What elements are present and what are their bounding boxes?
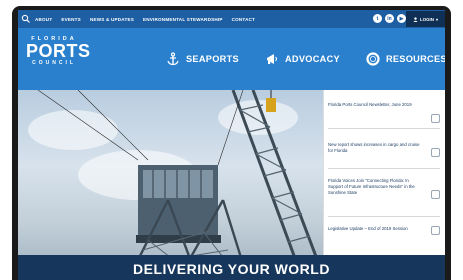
nav-resources-label: RESOURCES [385, 54, 445, 64]
crane-illustration [37, 90, 323, 280]
news-item[interactable]: Legislative Update – End of 2019 Session [328, 226, 440, 240]
news-item[interactable]: Florida Voices Join "Connecting Florida:… [328, 178, 440, 217]
banner-headline: DELIVERING YOUR WORLD [133, 261, 330, 277]
nav-advocacy-label: ADVOCACY [284, 54, 340, 64]
social-links: t in ▶ [373, 14, 409, 23]
hero-image [18, 90, 323, 280]
document-icon [431, 190, 440, 199]
news-item-title: Florida Ports Council Newsletter, June 2… [328, 102, 412, 107]
login-label: LOGIN [420, 16, 434, 22]
linkedin-icon[interactable]: in [385, 14, 394, 23]
document-icon [431, 226, 440, 235]
utility-bar: ABOUT EVENTS NEWS & UPDATES ENVIRONMENTA… [18, 10, 445, 28]
nav-seaports-label: SEAPORTS [186, 54, 239, 64]
nav-link-news-updates[interactable]: NEWS & UPDATES [90, 17, 134, 22]
site-header: FLORIDA PORTS COUNCIL SEAPORTS ADVOCACY … [18, 28, 445, 90]
utility-nav: ABOUT EVENTS NEWS & UPDATES ENVIRONMENTA… [35, 10, 264, 28]
chevron-down-icon: ▾ [435, 16, 438, 22]
document-icon [431, 148, 440, 157]
browser-viewport: ABOUT EVENTS NEWS & UPDATES ENVIRONMENTA… [18, 10, 445, 280]
logo-line-council: COUNCIL [32, 60, 76, 66]
nav-seaports[interactable]: SEAPORTS [166, 52, 239, 66]
news-item-title: Florida Voices Join "Connecting Florida:… [328, 178, 415, 195]
news-sidebar: Florida Ports Council Newsletter, June 2… [323, 90, 445, 255]
login-button[interactable]: LOGIN ▾ [406, 11, 445, 27]
anchor-icon [167, 52, 179, 66]
news-item-title: New report shows increases in cargo and … [328, 142, 420, 153]
nav-resources[interactable]: RESOURCES [366, 52, 445, 66]
twitter-icon[interactable]: t [373, 14, 382, 23]
main-nav: SEAPORTS ADVOCACY RESOURCES [166, 52, 445, 66]
nav-link-environmental-stewardship[interactable]: ENVIRONMENTAL STEWARDSHIP [143, 17, 223, 22]
news-item[interactable]: Florida Ports Council Newsletter, June 2… [328, 102, 440, 129]
user-icon [413, 16, 418, 22]
news-item[interactable]: New report shows increases in cargo and … [328, 142, 440, 169]
nav-link-contact[interactable]: CONTACT [232, 17, 256, 22]
hero-banner: DELIVERING YOUR WORLD [18, 255, 445, 280]
nav-link-events[interactable]: EVENTS [61, 17, 81, 22]
lifebuoy-icon [366, 52, 380, 66]
news-item-title: Legislative Update – End of 2019 Session [328, 226, 408, 231]
logo-line-ports: PORTS [26, 41, 91, 61]
site-logo[interactable]: FLORIDA PORTS COUNCIL [26, 36, 91, 66]
youtube-icon[interactable]: ▶ [397, 14, 406, 23]
search-icon[interactable] [21, 13, 31, 25]
nav-link-about[interactable]: ABOUT [35, 17, 52, 22]
document-icon [431, 114, 440, 123]
nav-advocacy[interactable]: ADVOCACY [265, 52, 340, 66]
megaphone-icon [266, 54, 277, 64]
